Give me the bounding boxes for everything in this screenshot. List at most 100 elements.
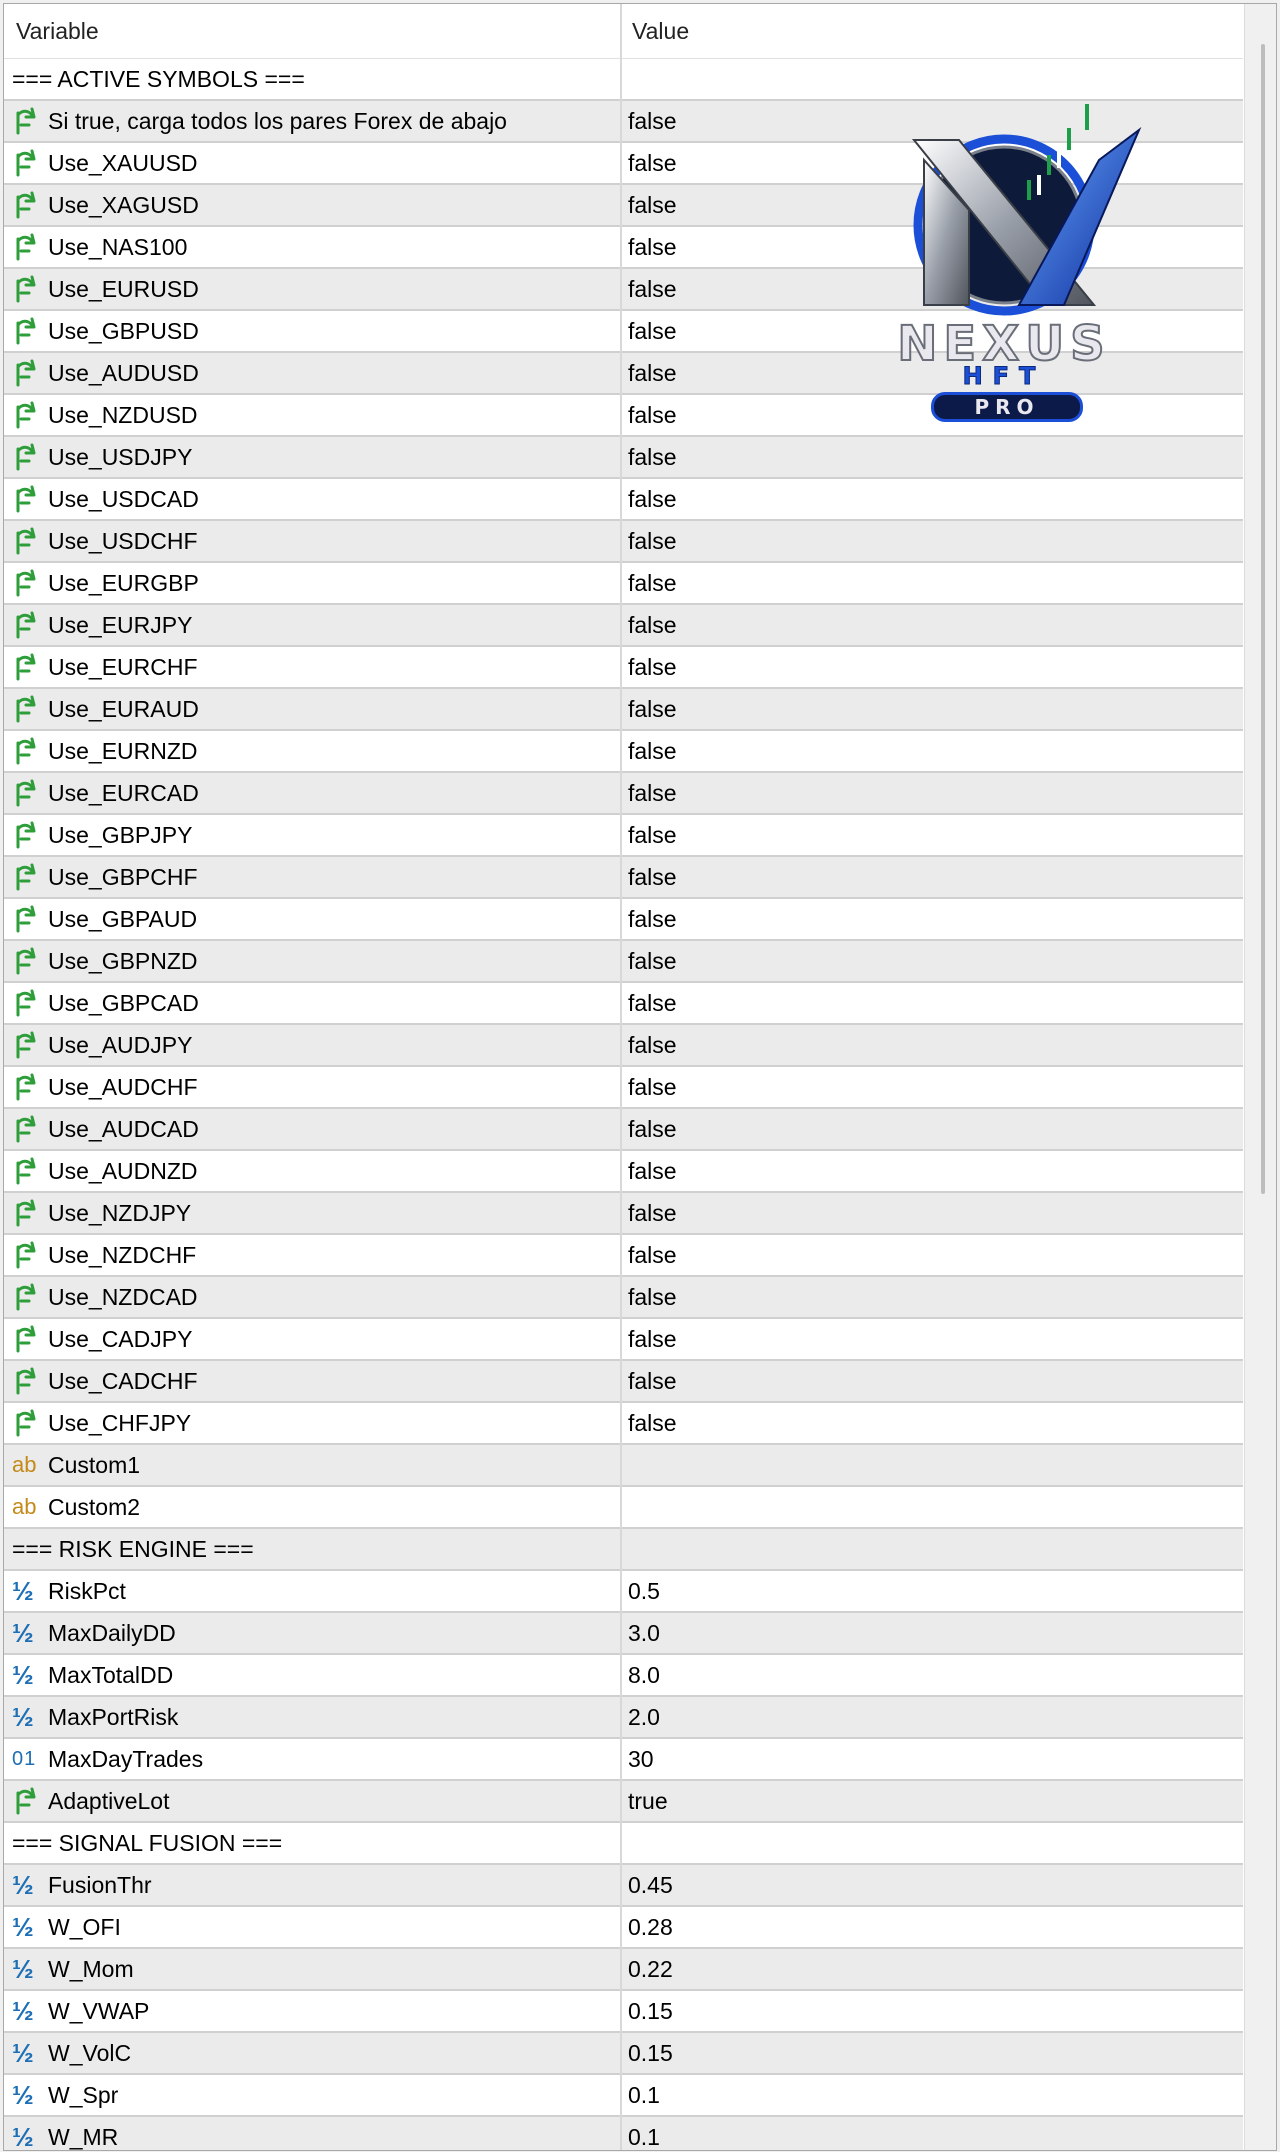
- parameter-value[interactable]: 0.28: [628, 1907, 673, 1947]
- parameter-row[interactable]: AdaptiveLot true: [4, 1781, 1243, 1823]
- parameter-value[interactable]: false: [628, 1067, 677, 1107]
- parameter-value[interactable]: false: [628, 101, 677, 141]
- parameter-row[interactable]: Use_GBPCHF false: [4, 857, 1243, 899]
- parameter-value[interactable]: false: [628, 479, 677, 519]
- parameter-row[interactable]: ½ MaxTotalDD 8.0: [4, 1655, 1243, 1697]
- parameter-value[interactable]: false: [628, 1277, 677, 1317]
- parameter-value[interactable]: false: [628, 731, 677, 771]
- grid-header: Variable Value: [4, 4, 1243, 59]
- section-row[interactable]: === RISK ENGINE ===: [4, 1529, 1243, 1571]
- parameter-row[interactable]: ab Custom1: [4, 1445, 1243, 1487]
- parameter-row[interactable]: Use_CADCHF false: [4, 1361, 1243, 1403]
- parameter-row[interactable]: Use_EURNZD false: [4, 731, 1243, 773]
- parameter-value[interactable]: 3.0: [628, 1613, 660, 1653]
- parameter-value[interactable]: false: [628, 227, 677, 267]
- column-header-variable[interactable]: Variable: [16, 4, 99, 58]
- parameter-value[interactable]: true: [628, 1781, 668, 1821]
- section-row[interactable]: === ACTIVE SYMBOLS ===: [4, 59, 1243, 101]
- parameter-row[interactable]: Use_GBPAUD false: [4, 899, 1243, 941]
- column-header-value[interactable]: Value: [632, 4, 689, 58]
- parameter-value[interactable]: 0.5: [628, 1571, 660, 1611]
- parameter-value[interactable]: 0.22: [628, 1949, 673, 1989]
- bool-arrow-icon: [12, 863, 42, 891]
- parameter-value[interactable]: false: [628, 269, 677, 309]
- parameter-row[interactable]: Use_CADJPY false: [4, 1319, 1243, 1361]
- parameter-name: Use_XAUUSD: [48, 150, 198, 176]
- parameter-value[interactable]: false: [628, 185, 677, 225]
- parameter-row[interactable]: ½ W_Spr 0.1: [4, 2075, 1243, 2117]
- parameter-name: Use_EURNZD: [48, 738, 198, 764]
- parameter-row[interactable]: ab Custom2: [4, 1487, 1243, 1529]
- parameter-value[interactable]: false: [628, 353, 677, 393]
- parameter-value[interactable]: false: [628, 647, 677, 687]
- parameter-value[interactable]: 0.45: [628, 1865, 673, 1905]
- parameter-row[interactable]: Use_GBPCAD false: [4, 983, 1243, 1025]
- parameter-row[interactable]: Use_EURJPY false: [4, 605, 1243, 647]
- parameter-value[interactable]: 0.15: [628, 2033, 673, 2073]
- parameter-value[interactable]: false: [628, 521, 677, 561]
- parameter-row[interactable]: Use_USDCHF false: [4, 521, 1243, 563]
- half-double-icon: ½: [12, 1996, 34, 2026]
- parameter-row[interactable]: ½ W_OFI 0.28: [4, 1907, 1243, 1949]
- parameter-value[interactable]: false: [628, 1151, 677, 1191]
- parameter-value[interactable]: false: [628, 1319, 677, 1359]
- vertical-scrollbar[interactable]: [1244, 4, 1276, 2150]
- parameter-value[interactable]: false: [628, 1193, 677, 1233]
- parameter-row[interactable]: ½ W_VolC 0.15: [4, 2033, 1243, 2075]
- parameter-value[interactable]: false: [628, 395, 677, 435]
- parameter-row[interactable]: 01 MaxDayTrades 30: [4, 1739, 1243, 1781]
- parameter-row[interactable]: Use_EURCHF false: [4, 647, 1243, 689]
- parameter-row[interactable]: Use_NZDJPY false: [4, 1193, 1243, 1235]
- parameter-row[interactable]: Use_USDJPY false: [4, 437, 1243, 479]
- parameter-value[interactable]: 0.1: [628, 2117, 660, 2150]
- parameter-value[interactable]: 30: [628, 1739, 654, 1779]
- parameter-value[interactable]: false: [628, 983, 677, 1023]
- parameter-row[interactable]: Use_CHFJPY false: [4, 1403, 1243, 1445]
- bool-arrow-icon: [12, 821, 42, 849]
- parameter-value[interactable]: false: [628, 815, 677, 855]
- parameter-value[interactable]: false: [628, 857, 677, 897]
- parameter-value[interactable]: false: [628, 1025, 677, 1065]
- parameter-value[interactable]: false: [628, 563, 677, 603]
- parameter-row[interactable]: Use_USDCAD false: [4, 479, 1243, 521]
- parameter-row[interactable]: Use_EURAUD false: [4, 689, 1243, 731]
- parameter-row[interactable]: Use_GBPNZD false: [4, 941, 1243, 983]
- parameter-value[interactable]: false: [628, 437, 677, 477]
- parameter-value[interactable]: 0.1: [628, 2075, 660, 2115]
- parameter-row[interactable]: Use_AUDCHF false: [4, 1067, 1243, 1109]
- column-separator[interactable]: [620, 4, 622, 2150]
- parameter-row[interactable]: Use_AUDNZD false: [4, 1151, 1243, 1193]
- half-double-icon: ½: [12, 2122, 34, 2151]
- section-row[interactable]: === SIGNAL FUSION ===: [4, 1823, 1243, 1865]
- parameter-value[interactable]: false: [628, 1403, 677, 1443]
- parameter-row[interactable]: ½ W_MR 0.1: [4, 2117, 1243, 2151]
- parameter-row[interactable]: ½ MaxPortRisk 2.0: [4, 1697, 1243, 1739]
- scrollbar-thumb[interactable]: [1261, 44, 1265, 1194]
- parameter-value[interactable]: false: [628, 689, 677, 729]
- parameter-row[interactable]: ½ MaxDailyDD 3.0: [4, 1613, 1243, 1655]
- parameter-value[interactable]: false: [628, 899, 677, 939]
- parameter-row[interactable]: Use_GBPJPY false: [4, 815, 1243, 857]
- parameter-value[interactable]: false: [628, 773, 677, 813]
- parameter-value[interactable]: 2.0: [628, 1697, 660, 1737]
- parameter-value[interactable]: false: [628, 143, 677, 183]
- parameter-row[interactable]: ½ W_Mom 0.22: [4, 1949, 1243, 1991]
- parameter-value[interactable]: false: [628, 1109, 677, 1149]
- parameter-row[interactable]: Use_AUDCAD false: [4, 1109, 1243, 1151]
- parameter-row[interactable]: Use_NZDCAD false: [4, 1277, 1243, 1319]
- parameter-row[interactable]: ½ RiskPct 0.5: [4, 1571, 1243, 1613]
- parameter-row[interactable]: ½ W_VWAP 0.15: [4, 1991, 1243, 2033]
- parameter-row[interactable]: Use_EURGBP false: [4, 563, 1243, 605]
- parameter-value[interactable]: false: [628, 941, 677, 981]
- parameter-row[interactable]: Use_AUDJPY false: [4, 1025, 1243, 1067]
- parameter-value[interactable]: 0.15: [628, 1991, 673, 2031]
- parameter-value[interactable]: false: [628, 1235, 677, 1275]
- parameter-row[interactable]: Use_NZDCHF false: [4, 1235, 1243, 1277]
- parameter-row[interactable]: ½ FusionThr 0.45: [4, 1865, 1243, 1907]
- parameter-row[interactable]: Use_EURCAD false: [4, 773, 1243, 815]
- parameter-value[interactable]: false: [628, 1361, 677, 1401]
- parameter-name: Use_GBPCHF: [48, 864, 198, 890]
- parameter-value[interactable]: 8.0: [628, 1655, 660, 1695]
- parameter-value[interactable]: false: [628, 605, 677, 645]
- parameter-value[interactable]: false: [628, 311, 677, 351]
